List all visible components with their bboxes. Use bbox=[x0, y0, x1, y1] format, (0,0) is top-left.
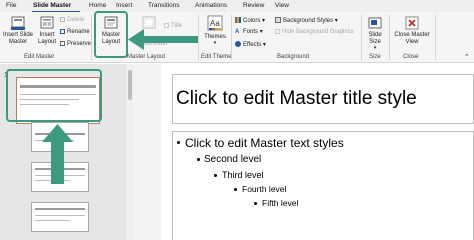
slide-title: Click to edit Master title style bbox=[176, 88, 417, 109]
arrow-left-icon bbox=[128, 29, 144, 50]
tab-home[interactable]: Home bbox=[89, 2, 106, 9]
group-size: Size bbox=[369, 54, 381, 60]
group-close: Close bbox=[403, 54, 419, 60]
tab-slide-master[interactable]: Slide Master bbox=[33, 2, 71, 9]
ribbon-tab-bar: File Slide Master Home Insert Transition… bbox=[0, 0, 474, 13]
group-divider bbox=[91, 15, 92, 60]
chevron-down-icon: ▾ bbox=[213, 40, 217, 46]
rename-label: Rename bbox=[67, 29, 90, 35]
arrow-up-icon bbox=[42, 124, 73, 142]
master-thumbnail-highlight bbox=[6, 69, 102, 122]
tab-insert[interactable]: Insert bbox=[116, 2, 132, 9]
rename-icon bbox=[60, 29, 65, 34]
layout-icon bbox=[40, 16, 54, 29]
group-divider bbox=[389, 15, 390, 60]
group-divider bbox=[231, 15, 232, 60]
group-background: Background bbox=[277, 54, 310, 60]
close-master-view-label: Close Master View bbox=[394, 32, 430, 45]
text-level-3: Third level bbox=[222, 170, 264, 180]
thumbnail-scrollbar[interactable] bbox=[126, 64, 134, 240]
arrow-shaft bbox=[141, 36, 198, 43]
slide-size-icon bbox=[368, 17, 382, 29]
effects-icon bbox=[235, 41, 241, 47]
checkbox-icon bbox=[275, 29, 280, 34]
chevron-down-icon: ▾ bbox=[262, 18, 266, 24]
bullet-marker bbox=[177, 141, 180, 144]
slide-master-icon bbox=[11, 16, 25, 30]
fonts-icon: A bbox=[235, 29, 240, 35]
insert-layout-button[interactable]: Insert Layout bbox=[35, 15, 59, 46]
tab-transitions[interactable]: Transitions bbox=[148, 2, 180, 9]
tab-view[interactable]: View bbox=[275, 2, 289, 9]
group-master-layout: Master Layout bbox=[127, 54, 166, 60]
group-edit-master: Edit Master bbox=[24, 54, 55, 60]
group-divider bbox=[361, 15, 362, 60]
title-checkbox-label: Title bbox=[171, 23, 183, 29]
text-level-2: Second level bbox=[204, 154, 262, 165]
bullet-marker bbox=[214, 174, 217, 177]
group-divider bbox=[435, 15, 436, 60]
group-edit-theme: Edit Theme bbox=[201, 54, 232, 60]
preserve-icon bbox=[60, 41, 65, 46]
background-styles-dropdown[interactable]: Background Styles ▾ bbox=[275, 17, 338, 25]
thumbnail-title-line bbox=[35, 208, 85, 210]
bullet-marker bbox=[254, 202, 257, 205]
colors-label: Colors bbox=[243, 18, 261, 24]
background-styles-label: Background Styles bbox=[283, 18, 334, 24]
preserve-label: Preserve bbox=[67, 41, 92, 47]
chevron-down-icon: ▾ bbox=[334, 18, 338, 24]
preserve-button[interactable]: Preserve bbox=[60, 41, 91, 48]
close-master-view-button[interactable]: Close Master View bbox=[392, 15, 432, 46]
delete-label: Delete bbox=[67, 17, 85, 23]
insert-slide-master-button[interactable]: Insert Slide Master bbox=[2, 15, 34, 46]
colors-dropdown[interactable]: Colors ▾ bbox=[235, 17, 265, 25]
close-icon bbox=[405, 16, 419, 30]
title-checkbox[interactable]: Title bbox=[164, 23, 182, 30]
arrow-shaft bbox=[51, 140, 64, 184]
text-level-5: Fifth level bbox=[262, 198, 299, 208]
themes-icon: Aa bbox=[207, 15, 223, 31]
scrollbar-thumb[interactable] bbox=[128, 70, 132, 100]
text-level-4: Fourth level bbox=[242, 184, 287, 194]
insert-layout-label: Insert Layout bbox=[37, 32, 56, 45]
slide-size-label: Slide Size bbox=[368, 32, 382, 45]
chevron-down-icon: ▾ bbox=[373, 45, 377, 51]
effects-label: Effects bbox=[243, 42, 262, 48]
colors-icon bbox=[235, 17, 241, 23]
thumbnail-text-line bbox=[35, 215, 85, 216]
collapse-ribbon-icon[interactable]: ⌃ bbox=[464, 54, 470, 61]
ribbon: Insert Slide Master Insert Layout Delete… bbox=[0, 12, 474, 63]
hide-background-graphics-label: Hide Background Graphics bbox=[282, 29, 354, 35]
slide-size-button[interactable]: Slide Size ▾ bbox=[364, 15, 386, 51]
bullet-marker bbox=[197, 158, 200, 161]
fonts-label: Fonts bbox=[243, 29, 259, 35]
delete-icon bbox=[60, 17, 65, 22]
background-styles-icon bbox=[275, 17, 281, 23]
effects-dropdown[interactable]: Effects ▾ bbox=[235, 41, 266, 49]
chevron-down-icon: ▾ bbox=[259, 29, 263, 35]
fonts-dropdown[interactable]: A Fonts ▾ bbox=[235, 29, 263, 36]
master-layout-highlight bbox=[94, 11, 128, 58]
themes-button[interactable]: Aa Themes ▾ bbox=[202, 15, 228, 46]
hide-background-graphics-checkbox[interactable]: Hide Background Graphics bbox=[275, 29, 354, 36]
svg-text:Aa: Aa bbox=[210, 19, 220, 28]
text-level-1: Click to edit Master text styles bbox=[185, 136, 344, 150]
insert-slide-master-label: Insert Slide Master bbox=[2, 32, 33, 45]
layout-thumbnail[interactable] bbox=[31, 202, 89, 232]
chevron-down-icon: ▾ bbox=[262, 42, 266, 48]
tab-review[interactable]: Review bbox=[243, 2, 264, 9]
thumbnail-text-line bbox=[35, 220, 70, 221]
group-divider bbox=[198, 15, 199, 60]
bullet-marker bbox=[234, 188, 237, 191]
rename-button[interactable]: Rename bbox=[60, 29, 90, 36]
tab-animations[interactable]: Animations bbox=[195, 2, 227, 9]
checkbox-icon bbox=[164, 23, 169, 28]
tab-file[interactable]: File bbox=[6, 2, 16, 9]
delete-button[interactable]: Delete bbox=[60, 17, 84, 24]
